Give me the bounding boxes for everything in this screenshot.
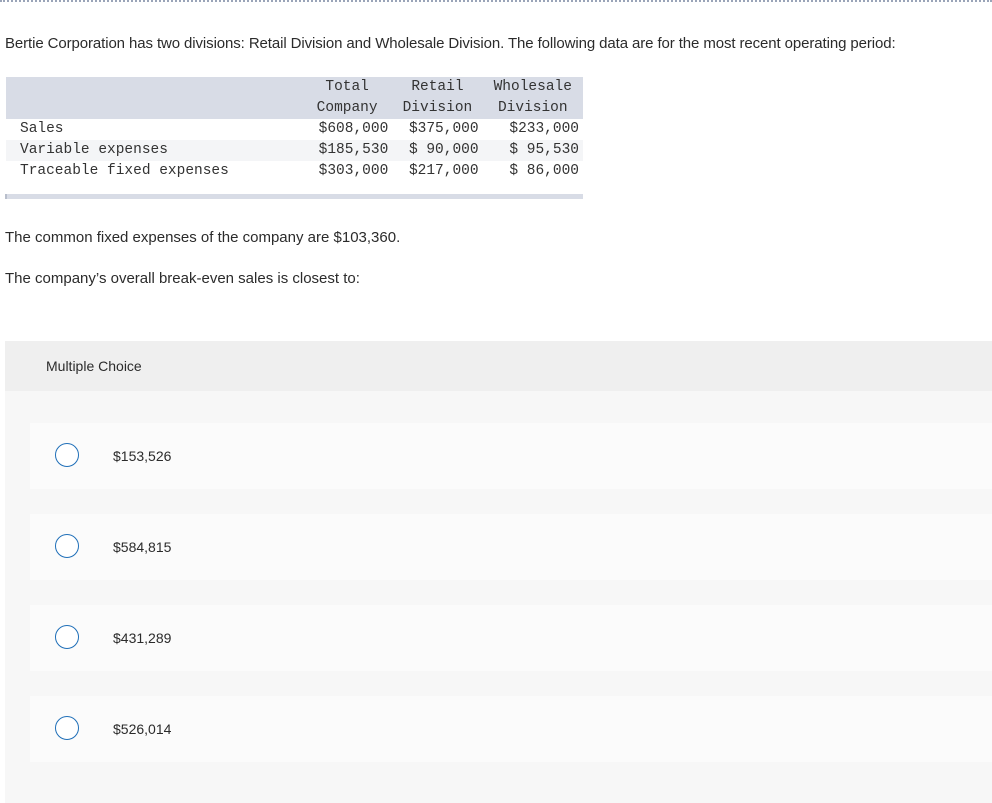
table-header-company: Company	[302, 98, 393, 119]
answer-option-label: $153,526	[113, 448, 172, 464]
answer-option-2[interactable]: $584,815	[30, 514, 992, 580]
table-cell: $233,000	[509, 121, 579, 137]
table-header-row: Company Division Division	[6, 98, 583, 119]
answer-option-label: $584,815	[113, 539, 172, 555]
table-header-wholesale-division: Division	[482, 98, 583, 119]
table-footer-bar	[5, 194, 583, 199]
table-row: Sales $608,000 $375,000 $233,000	[6, 119, 583, 140]
radio-button-icon[interactable]	[55, 716, 79, 740]
table-header-blank	[6, 98, 302, 119]
top-dotted-divider	[0, 0, 992, 2]
answer-option-label: $526,014	[113, 721, 172, 737]
table-cell: $ 90,000	[392, 140, 483, 161]
answer-option-3[interactable]: $431,289	[30, 605, 992, 671]
row-label-sales: Sales	[20, 121, 64, 137]
division-data-table: Total Retail Wholesale Company Division …	[5, 77, 583, 199]
answer-option-4[interactable]: $526,014	[30, 696, 992, 762]
table-row: Traceable fixed expenses $303,000 $217,0…	[6, 161, 583, 182]
table-cell: $ 86,000	[509, 163, 579, 179]
common-fixed-expenses-text: The common fixed expenses of the company…	[5, 229, 401, 246]
table-spacer-row	[6, 182, 583, 194]
table-header-retail: Retail	[392, 77, 483, 98]
radio-button-icon[interactable]	[55, 625, 79, 649]
table-row: Variable expenses $185,530 $ 90,000 $ 95…	[6, 140, 583, 161]
table-header-total: Total	[302, 77, 393, 98]
table-cell: $ 95,530	[482, 140, 583, 161]
table-cell: $375,000	[408, 121, 479, 137]
row-label-traceable-fixed-expenses: Traceable fixed expenses	[20, 163, 229, 179]
multiple-choice-title: Multiple Choice	[46, 358, 142, 374]
answer-option-1[interactable]: $153,526	[30, 423, 992, 489]
answer-option-label: $431,289	[113, 630, 172, 646]
question-intro: Bertie Corporation has two divisions: Re…	[5, 35, 896, 52]
table-header-wholesale: Wholesale	[482, 77, 583, 98]
multiple-choice-header: Multiple Choice	[5, 341, 992, 391]
table-header-retail-division: Division	[392, 98, 483, 119]
row-label-variable-expenses: Variable expenses	[6, 140, 302, 161]
table-cell: $608,000	[318, 121, 389, 137]
radio-button-icon[interactable]	[55, 534, 79, 558]
multiple-choice-options: $153,526 $584,815 $431,289 $526,014	[5, 391, 992, 803]
table-header-row: Total Retail Wholesale	[6, 77, 583, 98]
radio-button-icon[interactable]	[55, 443, 79, 467]
question-prompt: The company’s overall break-even sales i…	[5, 270, 360, 287]
table-header-blank	[6, 77, 302, 98]
table-cell: $303,000	[318, 163, 389, 179]
table-cell: $185,530	[302, 140, 393, 161]
table-cell: $217,000	[408, 163, 479, 179]
